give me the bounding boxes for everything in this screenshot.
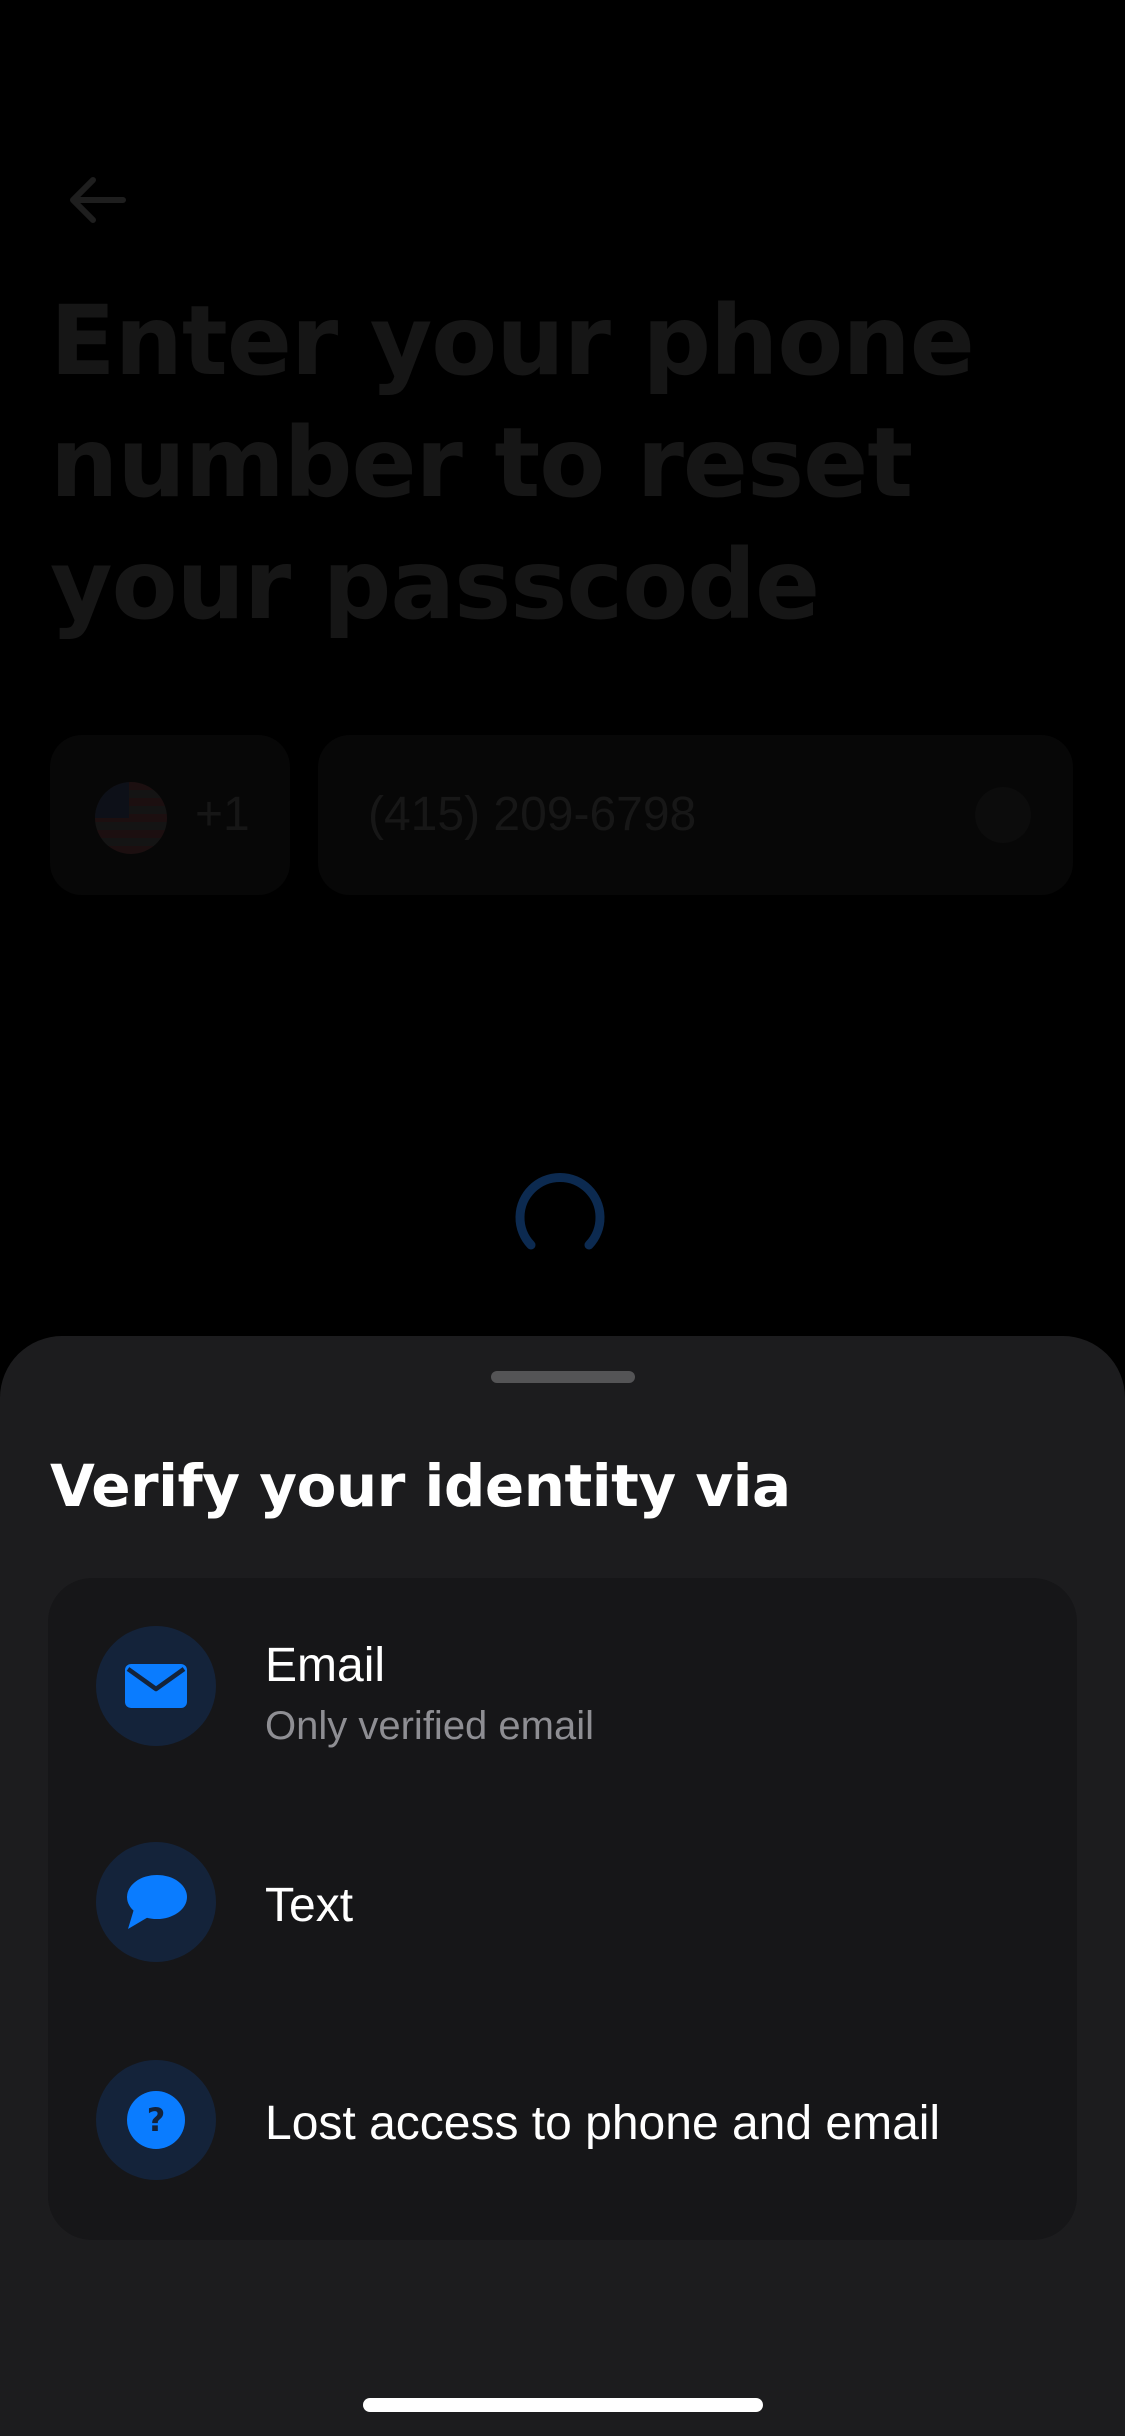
- option-email[interactable]: Email Only verified email: [48, 1578, 1077, 1802]
- us-flag-icon: [95, 782, 167, 854]
- phone-number-field[interactable]: (415) 209-6798: [318, 735, 1073, 895]
- option-email-sublabel: Only verified email: [265, 1704, 595, 1748]
- chat-bubble-icon: [127, 1875, 187, 1929]
- verification-options-list: Email Only verified email Text ? Lost ac…: [48, 1578, 1077, 2240]
- question-icon: ?: [127, 2091, 185, 2149]
- sheet-title: Verify your identity via: [50, 1452, 791, 1520]
- option-lost-access-icon-wrap: ?: [96, 2060, 216, 2180]
- arrow-left-icon: [70, 177, 126, 223]
- country-code-selector[interactable]: +1: [50, 735, 290, 895]
- envelope-icon: [125, 1664, 187, 1708]
- option-text-label: Text: [265, 1879, 354, 1932]
- loading-spinner: [515, 1172, 605, 1250]
- clear-input-button[interactable]: [975, 787, 1031, 843]
- option-text[interactable]: Text: [48, 1802, 1077, 2020]
- home-indicator[interactable]: [363, 2398, 763, 2412]
- option-email-label: Email: [265, 1639, 386, 1692]
- sheet-drag-handle[interactable]: [491, 1371, 635, 1383]
- option-lost-access-label: Lost access to phone and email: [265, 2097, 941, 2150]
- option-lost-access[interactable]: ? Lost access to phone and email: [48, 2020, 1077, 2240]
- option-text-icon-wrap: [96, 1842, 216, 1962]
- back-button[interactable]: [62, 165, 132, 235]
- dial-code: +1: [195, 788, 250, 841]
- svg-text:?: ?: [147, 2101, 166, 2139]
- verify-identity-sheet: Verify your identity via Email Only veri…: [0, 1336, 1125, 2436]
- screen: Enter your phone number to reset your pa…: [0, 0, 1125, 2436]
- option-email-icon-wrap: [96, 1626, 216, 1746]
- phone-number-value: (415) 209-6798: [368, 788, 697, 841]
- page-title: Enter your phone number to reset your pa…: [50, 285, 975, 641]
